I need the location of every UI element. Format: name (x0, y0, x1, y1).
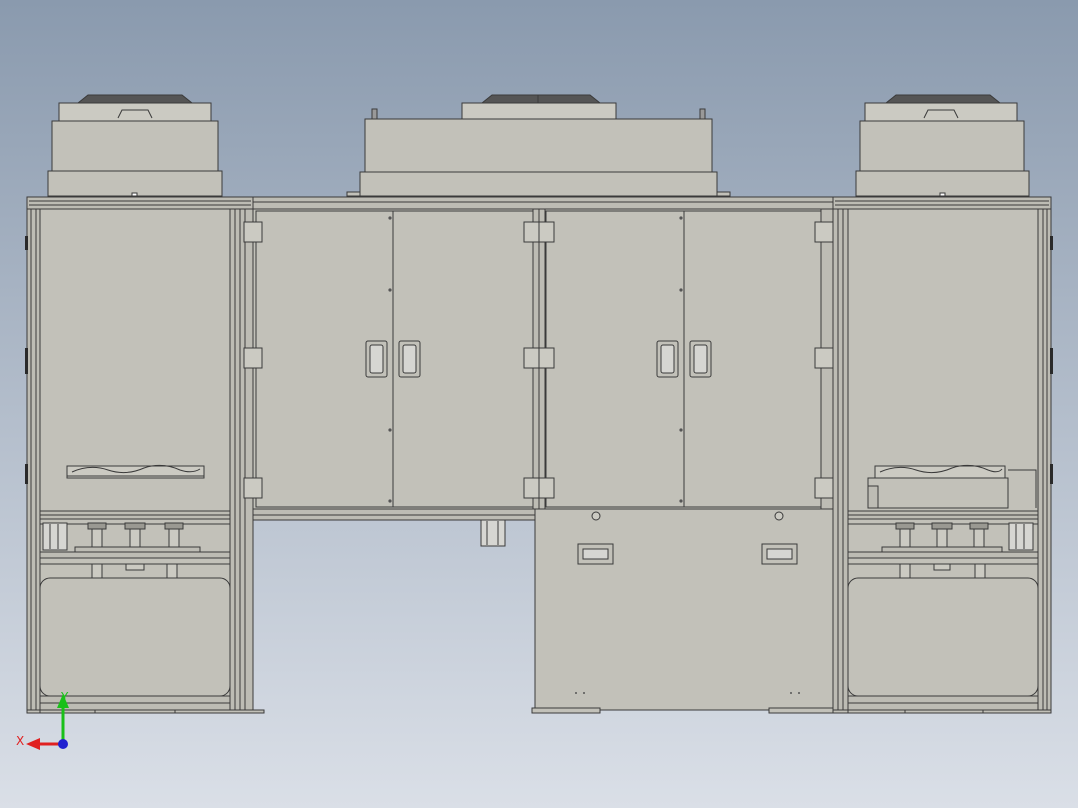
door-4-handle[interactable] (689, 340, 712, 378)
y-axis-label: Y (60, 690, 69, 704)
door-1-handle[interactable] (365, 340, 388, 378)
right-top-unit[interactable] (855, 94, 1030, 197)
box-handle-left[interactable] (577, 543, 614, 565)
left-lower-bay (39, 577, 231, 697)
center-cylinder (480, 519, 506, 547)
door-2-handle[interactable] (398, 340, 421, 378)
lifting-eye-left (591, 511, 601, 521)
cad-viewport[interactable]: Y X (0, 0, 1078, 808)
center-cabinet[interactable] (243, 208, 834, 521)
left-fan-grille (66, 464, 205, 479)
right-module[interactable] (832, 94, 1052, 714)
right-lower-bay (847, 577, 1039, 697)
lower-tank-box[interactable] (531, 508, 836, 714)
top-beam (252, 196, 834, 210)
z-axis-dot (58, 739, 68, 749)
left-top-unit[interactable] (47, 94, 223, 197)
right-fan-cap (884, 94, 1002, 104)
door-3-handle[interactable] (656, 340, 679, 378)
model-drawing: Y X (0, 0, 1078, 808)
x-axis-label: X (16, 734, 24, 748)
lifting-eye-right (774, 511, 784, 521)
center-fan-cap (480, 94, 602, 104)
box-handle-right[interactable] (761, 543, 798, 565)
left-fan-cap (76, 94, 194, 104)
